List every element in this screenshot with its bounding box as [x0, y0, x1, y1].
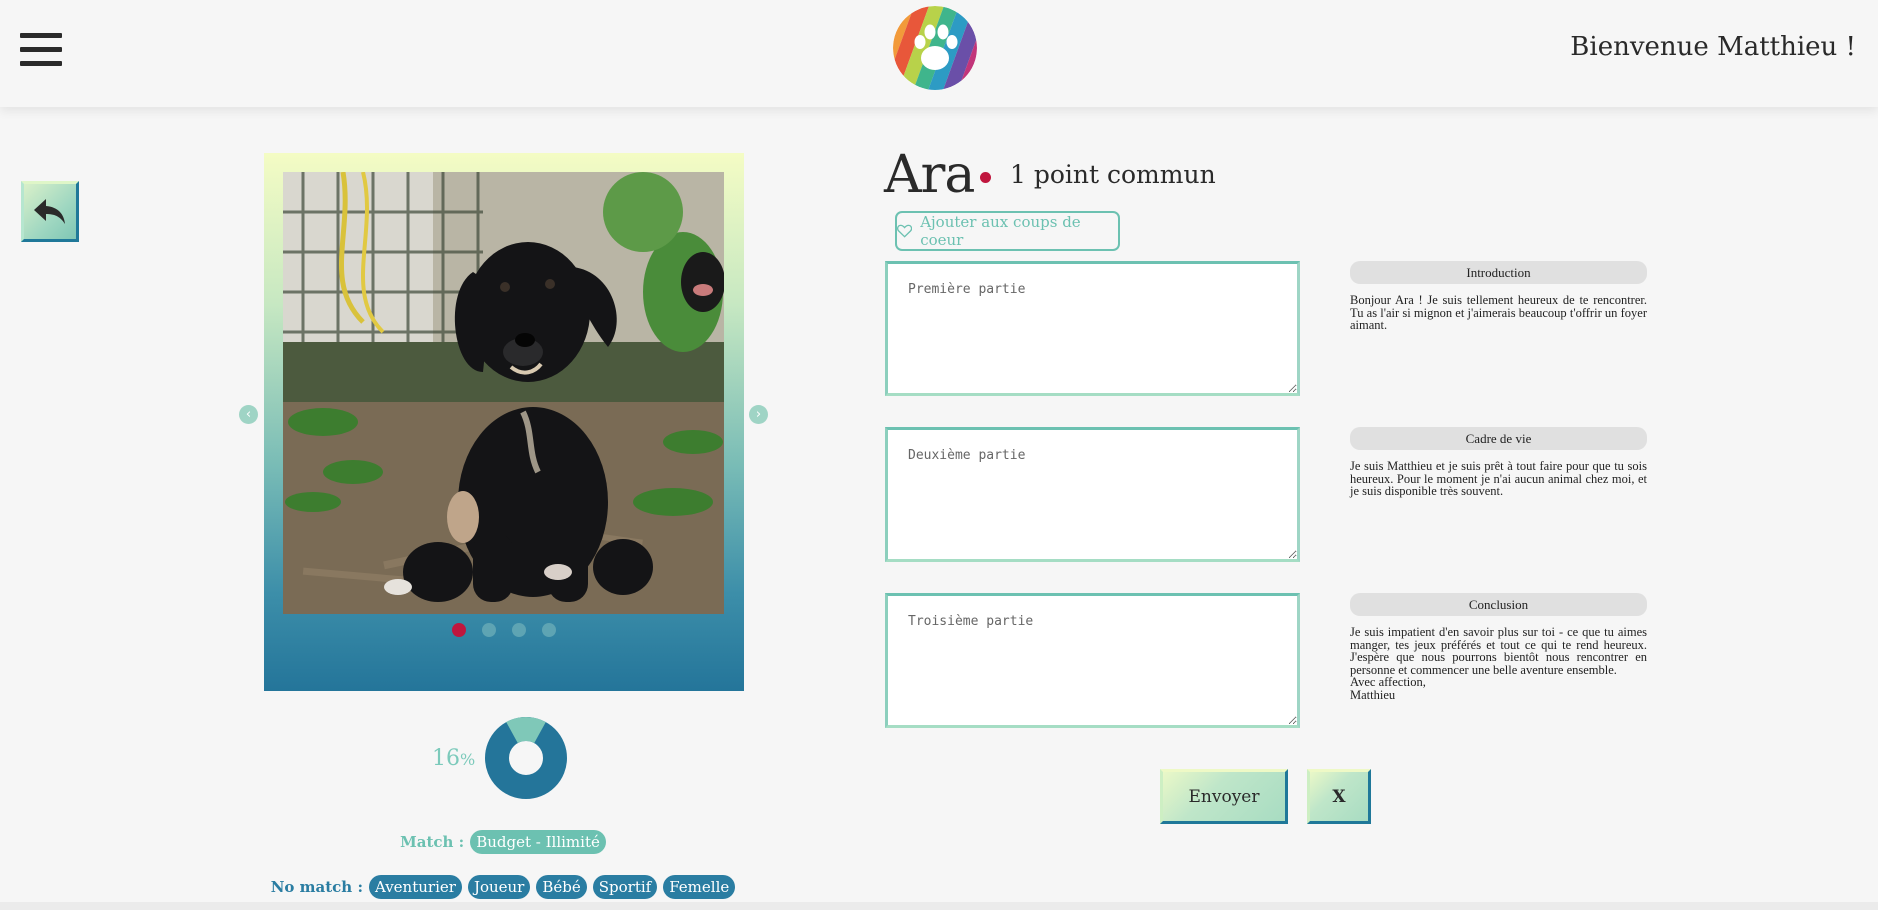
hint-text-line: Avec affection,	[1350, 675, 1426, 689]
percent-unit: %	[460, 750, 476, 769]
tag-pill: Joueur	[467, 875, 531, 899]
pet-name: Ara	[884, 145, 975, 205]
compatibility-percent: 16%	[432, 746, 475, 771]
common-points: 1 point commun	[1010, 160, 1216, 189]
heart-outline-icon	[897, 224, 913, 238]
tag-pill: Femelle	[663, 875, 736, 899]
carousel-dot-3[interactable]	[512, 623, 526, 637]
add-favorite-label: Ajouter aux coups de coeur	[920, 213, 1081, 249]
back-button[interactable]	[21, 181, 79, 242]
first-part-input[interactable]	[885, 261, 1300, 396]
black-puppy-photo	[283, 172, 724, 614]
conclusion-hint: Conclusion Je suis impatient d'en savoir…	[1350, 593, 1647, 701]
add-favorite-button[interactable]: Ajouter aux coups de coeur	[895, 211, 1120, 251]
chevron-left-icon: ‹	[245, 407, 252, 422]
match-label: Match :	[400, 833, 465, 851]
tag-pill: Budget - Illimité	[470, 830, 606, 854]
welcome-message: Bienvenue Matthieu !	[1570, 32, 1856, 62]
hint-text-line: Matthieu	[1350, 687, 1396, 702]
tag-pill: Sportif	[592, 875, 658, 899]
carousel-next-button[interactable]: ›	[749, 405, 768, 424]
page-footer-strip	[0, 902, 1878, 910]
introduction-hint: Introduction Bonjour Ara ! Je suis telle…	[1350, 261, 1647, 332]
hint-text: Je suis Matthieu et je suis prêt à tout …	[1350, 459, 1647, 498]
hint-text-line: Je suis impatient d'en savoir plus sur t…	[1350, 625, 1647, 677]
hamburger-menu-icon[interactable]	[20, 33, 62, 67]
chevron-right-icon: ›	[755, 407, 762, 422]
photo-carousel	[264, 153, 744, 691]
third-part-input[interactable]	[885, 593, 1300, 728]
carousel-prev-button[interactable]: ‹	[239, 405, 258, 424]
no-match-tags: No match : Aventurier Joueur Bébé Sportif Fe…	[0, 875, 1006, 899]
second-part-input[interactable]	[885, 427, 1300, 562]
carousel-indicators	[264, 623, 744, 637]
carousel-dot-2[interactable]	[482, 623, 496, 637]
match-tags: Match : Budget - Illimité	[0, 830, 1006, 854]
carousel-dot-1[interactable]	[452, 623, 466, 637]
top-header: Bienvenue Matthieu !	[0, 0, 1878, 107]
reply-arrow-icon	[34, 198, 65, 224]
tag-pill: Aventurier	[368, 875, 462, 899]
tag-pill: Bébé	[536, 875, 587, 899]
hint-text: Bonjour Ara ! Je suis tellement heureux …	[1350, 293, 1647, 332]
hint-title: Introduction	[1350, 261, 1647, 284]
hint-text: Je suis impatient d'en savoir plus sur t…	[1350, 626, 1647, 701]
hint-title: Cadre de vie	[1350, 427, 1647, 450]
living-environment-hint: Cadre de vie Je suis Matthieu et je suis…	[1350, 427, 1647, 498]
no-match-label: No match :	[270, 878, 363, 896]
donut-match-arc	[506, 717, 546, 744]
hint-title: Conclusion	[1350, 593, 1647, 616]
send-button[interactable]: Envoyer	[1160, 769, 1288, 824]
compatibility-donut-chart	[485, 717, 567, 799]
carousel-dot-4[interactable]	[542, 623, 556, 637]
paw-logo-icon	[893, 6, 977, 90]
close-button[interactable]: X	[1307, 769, 1371, 824]
rainbow-paw-logo[interactable]	[893, 6, 977, 90]
percent-number: 16	[432, 746, 460, 771]
separator-dot	[980, 172, 991, 183]
